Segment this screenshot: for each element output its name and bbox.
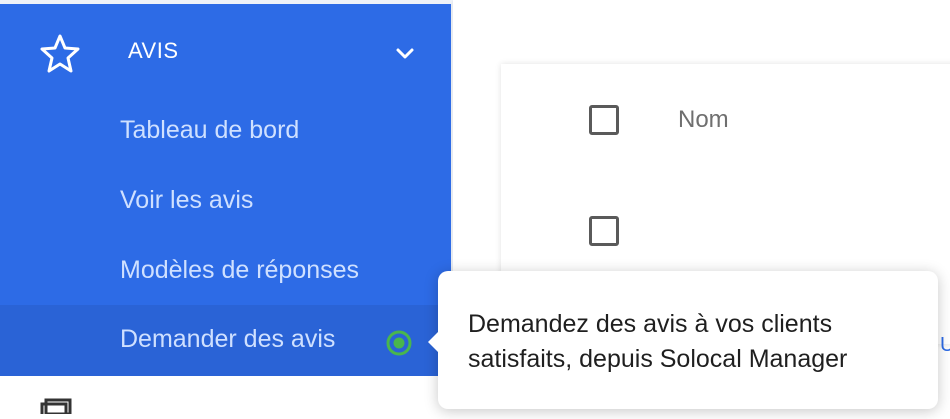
document-icon[interactable] [38, 398, 78, 418]
chevron-down-icon[interactable] [393, 42, 417, 66]
sidebar-item-label: Modèles de réponses [120, 256, 360, 284]
section-header-avis[interactable]: AVIS [0, 4, 451, 96]
sidebar-item-demander-des-avis[interactable]: Demander des avis [0, 305, 451, 376]
sidebar-item-label: Voir les avis [120, 186, 254, 214]
sidebar-item-tableau-de-bord[interactable]: Tableau de bord [0, 96, 451, 164]
green-dot-icon [386, 330, 412, 356]
sidebar-item-label: Tableau de bord [120, 116, 300, 144]
column-header-nom[interactable]: Nom [678, 106, 729, 134]
sidebar-item-modeles-de-reponses[interactable]: Modèles de réponses [0, 236, 451, 304]
truncated-link-text[interactable]: U [940, 334, 950, 357]
tooltip: Demandez des avis à vos clients satisfai… [428, 271, 938, 409]
tooltip-arrow [428, 332, 438, 352]
select-all-checkbox[interactable] [589, 105, 619, 135]
sidebar-item-voir-les-avis[interactable]: Voir les avis [0, 166, 451, 234]
tooltip-text: Demandez des avis à vos clients satisfai… [468, 310, 848, 373]
section-title: AVIS [128, 38, 179, 63]
row-checkbox[interactable] [589, 216, 619, 246]
sidebar-item-label: Demander des avis [120, 325, 336, 353]
star-icon [38, 32, 82, 76]
sidebar: AVIS Tableau de bord Voir les avis Modèl… [0, 0, 453, 376]
